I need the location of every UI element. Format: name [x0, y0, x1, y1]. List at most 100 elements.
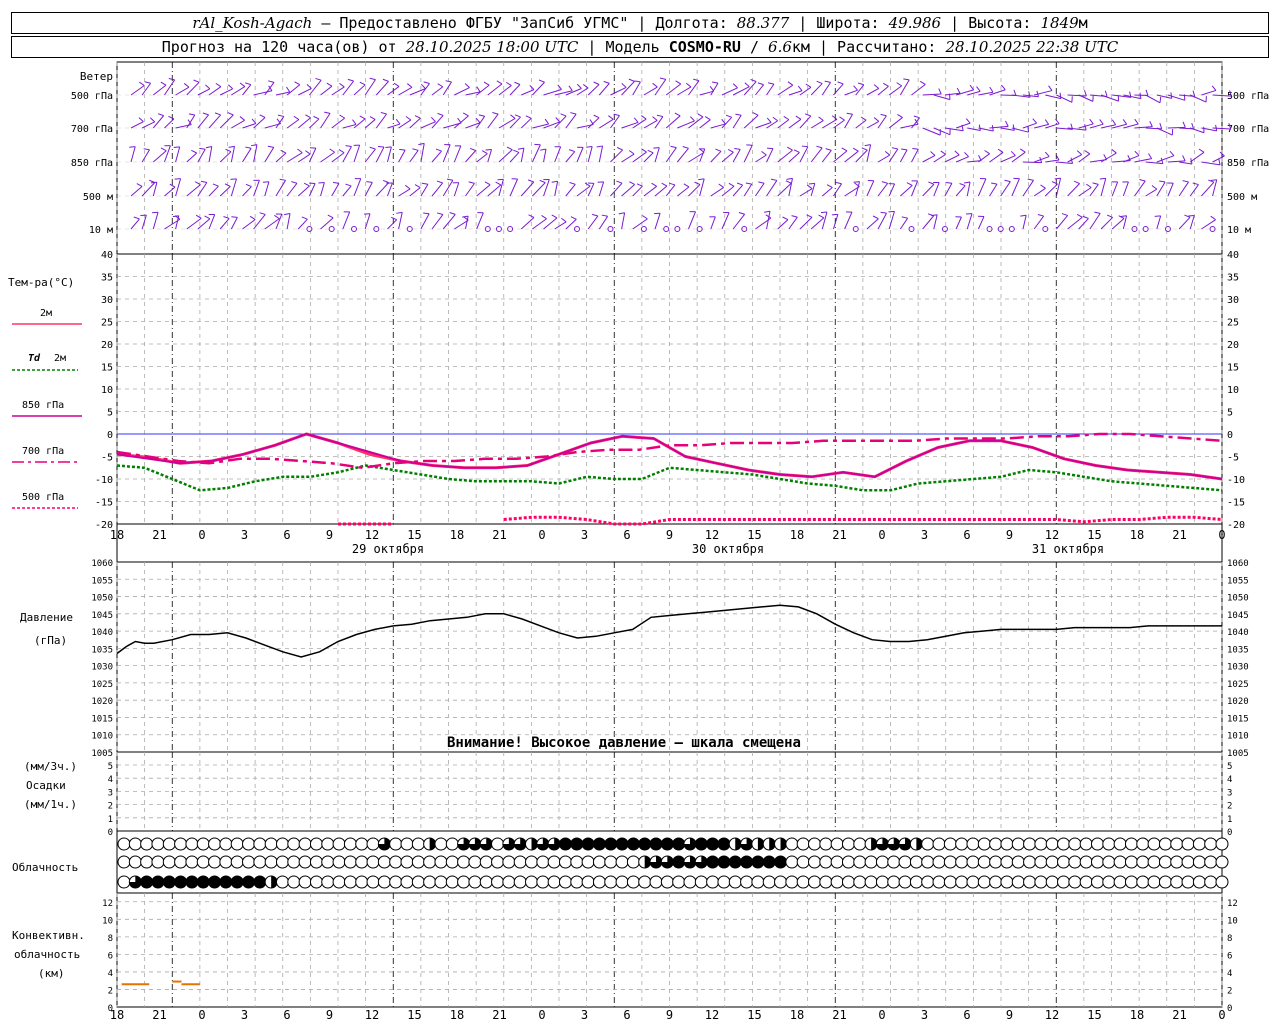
cloud-full — [219, 876, 232, 888]
wind-barb-icon — [665, 83, 682, 96]
cloud-circle — [592, 855, 606, 869]
wind-barb-icon — [755, 122, 772, 129]
wind-barb-icon — [130, 85, 145, 96]
wind-barb-icon — [677, 186, 690, 197]
wind-barb-flag-icon — [1084, 150, 1091, 155]
wind-barb-icon — [152, 150, 167, 163]
wind-barb-flag-icon — [338, 149, 345, 154]
wind-barb-icon — [175, 146, 181, 163]
cloud-circle — [966, 837, 980, 851]
cloud-circle — [1124, 855, 1138, 869]
cloud-cell-icon — [162, 875, 176, 889]
wind-barb-icon — [710, 150, 722, 163]
wind-barb-flag-icon — [1076, 150, 1083, 156]
cloud-circle — [140, 855, 154, 869]
wind-barb-flag-icon — [437, 112, 444, 116]
cloud-cell-icon — [343, 837, 357, 851]
wind-barb-flag-icon — [1054, 177, 1061, 180]
wind-barb-icon — [821, 187, 833, 197]
wind-barb-flag-icon — [912, 147, 919, 150]
wind-barb-icon — [1067, 183, 1080, 197]
cloud-circle — [185, 855, 199, 869]
altitude-value: 1849 — [1040, 14, 1079, 32]
wind-barbs — [129, 77, 1232, 232]
cloud-circle — [955, 875, 969, 889]
wind-barb-flag-icon — [629, 181, 635, 185]
cloud-cell-icon — [1045, 837, 1059, 851]
wind-barb-flag-icon — [528, 179, 534, 183]
cloud-circle — [400, 875, 414, 889]
cloud-circle — [807, 875, 821, 889]
cloud-cell-icon — [309, 855, 323, 869]
wind-barb-icon — [375, 182, 390, 197]
wind-barb-icon — [721, 212, 730, 230]
cloud-circle — [117, 855, 131, 869]
wind-barb-flag-icon — [956, 87, 961, 94]
wind-barb-flag-icon — [359, 115, 366, 120]
wind-barb-icon — [677, 120, 695, 129]
provider-text: – Предоставлено ФГБУ "ЗапСиб УГМС" | Дол… — [312, 14, 737, 32]
wind-barb-icon — [375, 81, 389, 96]
cloud-cell-icon — [366, 875, 380, 889]
conv-y-tick-label: 10 — [102, 916, 113, 926]
cloud-cell-icon — [185, 855, 199, 869]
cloud-cell-icon — [717, 875, 731, 889]
cloud-cell-icon — [1192, 855, 1206, 869]
cloud-cell-icon — [400, 875, 414, 889]
wind-barb-icon — [1033, 187, 1046, 197]
cloud-full — [638, 838, 651, 850]
wind-barb-icon — [509, 152, 520, 163]
wind-barb-flag-icon — [647, 149, 654, 154]
wind-barb-flag-icon — [399, 148, 406, 151]
cloud-circle — [626, 875, 640, 889]
cloud-circle — [1215, 855, 1229, 869]
cloud-circle — [547, 855, 561, 869]
cloud-circle — [343, 855, 357, 869]
wind-barb-flag-icon — [901, 148, 908, 151]
wind-barb-flag-icon — [1040, 184, 1046, 189]
wind-barb-icon — [610, 115, 620, 129]
wind-barb-icon — [264, 181, 270, 197]
cloud-cell-icon — [457, 837, 471, 851]
cloud-cell-icon — [762, 875, 776, 889]
cloud-cell-icon — [1011, 855, 1025, 869]
wind-barb-icon — [1022, 215, 1027, 230]
wind-barb-icon — [777, 219, 789, 230]
cloud-full — [559, 838, 572, 850]
cloud-cell-icon — [740, 875, 754, 889]
wind-barb-icon — [297, 117, 311, 129]
wind-barb-icon — [387, 219, 398, 230]
wind-barb-icon — [1134, 158, 1152, 163]
wind-barb-icon — [1022, 122, 1037, 129]
wind-barb-icon — [833, 119, 845, 129]
wind-barb-flag-icon — [160, 81, 167, 86]
wind-barb-flag-icon — [903, 78, 910, 81]
wind-barb-icon — [520, 181, 535, 197]
wind-barb-icon — [520, 148, 525, 163]
cloud-circle — [1045, 855, 1059, 869]
wind-barb-flag-icon — [1198, 148, 1205, 153]
cloud-cell-icon — [909, 837, 923, 851]
wind-barb-icon — [721, 116, 733, 129]
forecast-label: Прогноз на 120 часа(ов) от — [161, 38, 406, 56]
wind-barb-icon — [375, 113, 388, 129]
conv-y-tick-label-right: 10 — [1227, 916, 1238, 926]
wind-barb-icon — [610, 182, 623, 197]
cloud-circle — [966, 875, 980, 889]
temp-x-tick-label: 0 — [538, 528, 545, 542]
cloud-cell-icon — [1124, 837, 1138, 851]
precip-y-tick-label: 0 — [108, 828, 113, 838]
cloud-circle — [989, 855, 1003, 869]
cloud-cell-icon — [683, 875, 697, 889]
cloud-cell-icon — [479, 837, 493, 851]
wind-barb-flag-icon — [149, 117, 156, 123]
wind-barb-flag-icon — [682, 146, 689, 149]
wind-barb-flag-icon — [136, 183, 143, 187]
wind-barb-icon — [1022, 161, 1042, 164]
legend-td-label: Td — [28, 353, 41, 364]
wind-barb-icon — [431, 86, 444, 96]
cloud-circle — [321, 875, 335, 889]
cloud-cell-icon — [411, 855, 425, 869]
wind-barb-flag-icon — [816, 145, 823, 149]
cloud-circle — [309, 875, 323, 889]
